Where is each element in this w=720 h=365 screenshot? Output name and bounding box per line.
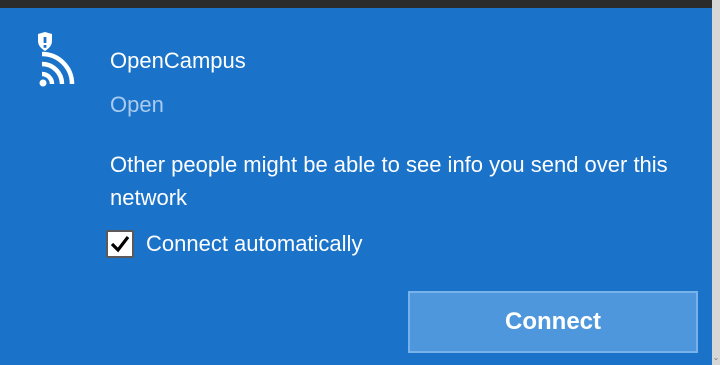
network-status: Open (110, 92, 164, 117)
connect-button[interactable]: Connect (408, 291, 698, 353)
connect-automatically-checkbox[interactable]: Connect automatically (106, 230, 362, 258)
connect-automatically-label: Connect automatically (146, 231, 363, 256)
wifi-network-panel: OpenCampus Open Other people might be ab… (0, 8, 712, 365)
checkbox-checked-icon[interactable] (106, 230, 134, 258)
scroll-down-arrow-icon[interactable]: ⌄ (712, 353, 720, 363)
network-name: OpenCampus (110, 48, 246, 73)
security-warning-text: Other people might be able to see info y… (110, 152, 668, 210)
wifi-shield-icon (34, 32, 86, 88)
scrollbar[interactable]: ⌄ (712, 0, 720, 365)
